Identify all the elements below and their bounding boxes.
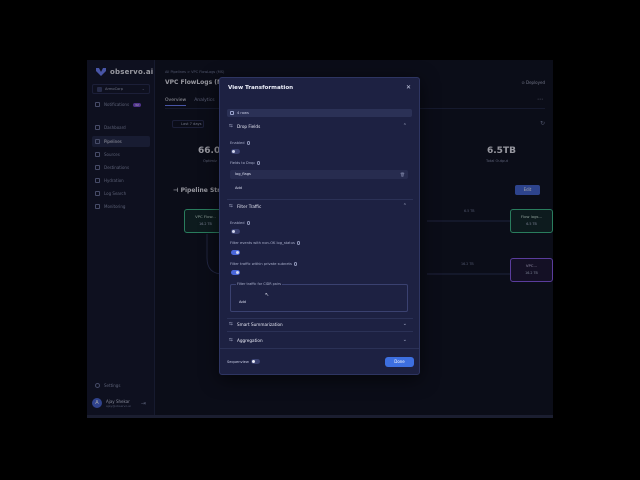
private-subnets-label: Filter traffic within private subnets [230, 262, 298, 266]
field-value: log_flags [235, 172, 251, 176]
info-icon [293, 262, 298, 266]
footer-divider [220, 348, 419, 349]
drop-enabled-toggle[interactable] [231, 149, 240, 154]
non-ok-toggle[interactable] [231, 250, 240, 255]
cidr-pairs-group [230, 284, 408, 312]
section-divider [227, 199, 413, 200]
rows-bar: 4 rows [227, 109, 412, 117]
filter-enabled-label: Enabled [230, 221, 251, 225]
sequence-label: Sequenview [227, 360, 249, 364]
transform-icon: ⇆ [229, 123, 233, 129]
section-title: Drop Fields [237, 123, 261, 129]
non-ok-text: Filter events with non-OK log_status [230, 241, 295, 245]
drop-enabled-label: Enabled [230, 141, 251, 145]
transform-icon: ⇆ [229, 337, 233, 343]
info-icon [246, 221, 251, 225]
info-icon [256, 161, 261, 165]
field-to-drop-input[interactable]: log_flags 🗑 [230, 170, 408, 179]
done-button[interactable]: Done [385, 357, 414, 367]
private-subnets-text: Filter traffic within private subnets [230, 262, 292, 266]
view-transformation-modal: View Transformation ✕ 4 rows ⇆ Drop Fiel… [219, 77, 420, 375]
sequence-toggle[interactable] [251, 359, 260, 364]
section-title: Aggregation [237, 337, 263, 343]
chevron-up-icon: ⌃ [402, 123, 407, 129]
trash-icon[interactable]: 🗑 [400, 170, 405, 179]
info-icon [296, 241, 301, 245]
info-icon [246, 141, 251, 145]
section-title: Smart Summarization [237, 321, 283, 327]
filter-enabled-text: Enabled [230, 221, 245, 225]
rows-icon [230, 111, 234, 115]
rows-label: 4 rows [237, 111, 249, 115]
chevron-down-icon: ⌄ [402, 321, 407, 327]
transform-icon: ⇆ [229, 203, 233, 209]
add-cidr-button[interactable]: Add [239, 300, 246, 304]
non-ok-label: Filter events with non-OK log_status [230, 241, 301, 245]
mouse-cursor: ↖ [265, 292, 270, 298]
section-divider [227, 331, 413, 332]
section-smart-summarization[interactable]: ⇆ Smart Summarization ⌄ [229, 319, 411, 329]
drop-enabled-text: Enabled [230, 141, 245, 145]
fields-to-drop-text: Fields to Drop [230, 161, 255, 165]
transform-icon: ⇆ [229, 321, 233, 327]
section-aggregation[interactable]: ⇆ Aggregation ⌄ [229, 335, 411, 345]
section-filter-traffic[interactable]: ⇆ Filter Traffic ⌃ [229, 201, 411, 211]
modal-title: View Transformation [228, 85, 294, 91]
cidr-pairs-label: Filter traffic for CIDR pairs [236, 282, 282, 286]
add-field-button[interactable]: Add [235, 186, 242, 190]
chevron-down-icon: ⌄ [402, 337, 407, 343]
private-subnets-toggle[interactable] [231, 270, 240, 275]
close-icon[interactable]: ✕ [406, 84, 411, 91]
chevron-up-icon: ⌃ [402, 203, 407, 209]
section-title: Filter Traffic [237, 203, 262, 209]
filter-enabled-toggle[interactable] [231, 229, 240, 234]
fields-to-drop-label: Fields to Drop [230, 161, 261, 165]
section-drop-fields[interactable]: ⇆ Drop Fields ⌃ [229, 121, 411, 131]
